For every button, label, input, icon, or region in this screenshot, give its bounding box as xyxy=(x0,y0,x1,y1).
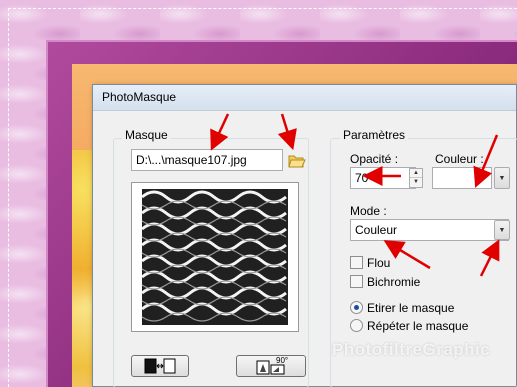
flou-label: Flou xyxy=(367,256,391,270)
etirer-label: Etirer le masque xyxy=(367,301,455,315)
invert-mask-button[interactable] xyxy=(131,355,189,377)
rotate-90-button[interactable]: 90° xyxy=(236,355,306,377)
flou-checkbox[interactable] xyxy=(350,256,363,269)
mask-file-field[interactable]: D:\...\masque107.jpg xyxy=(131,149,283,171)
dialog-title: PhotoMasque xyxy=(102,90,177,104)
parametres-group-label: Paramètres xyxy=(340,128,409,142)
mode-label: Mode : xyxy=(350,204,387,218)
repeter-radio[interactable] xyxy=(350,319,363,332)
bichromie-label: Bichromie xyxy=(367,275,421,289)
watermark: PhotofiltreGraphic xyxy=(332,340,491,359)
dialog-titlebar[interactable]: PhotoMasque xyxy=(93,85,516,111)
rotate-90-label: 90° xyxy=(276,356,289,365)
masque-group-label: Masque xyxy=(122,128,171,142)
opacite-label: Opacité : xyxy=(350,152,399,166)
etirer-radio[interactable] xyxy=(350,301,363,314)
spin-up-icon[interactable]: ▲ xyxy=(410,169,422,178)
opacite-input[interactable]: 70 xyxy=(350,167,416,189)
mask-preview-pattern xyxy=(132,183,298,331)
bichromie-checkbox[interactable] xyxy=(350,275,363,288)
repeter-label: Répéter le masque xyxy=(367,319,469,333)
mode-dropdown-arrow[interactable]: ▼ xyxy=(494,220,510,240)
couleur-swatch[interactable] xyxy=(432,167,492,189)
invert-mask-icon xyxy=(144,358,176,374)
folder-open-icon[interactable] xyxy=(287,151,307,171)
couleur-dropdown-arrow[interactable]: ▼ xyxy=(494,167,510,189)
mode-select[interactable]: Couleur xyxy=(350,219,509,241)
couleur-label: Couleur : xyxy=(435,152,484,166)
mask-preview xyxy=(131,182,299,332)
spin-down-icon[interactable]: ▼ xyxy=(410,178,422,187)
opacite-spinner[interactable]: ▲ ▼ xyxy=(409,168,423,188)
